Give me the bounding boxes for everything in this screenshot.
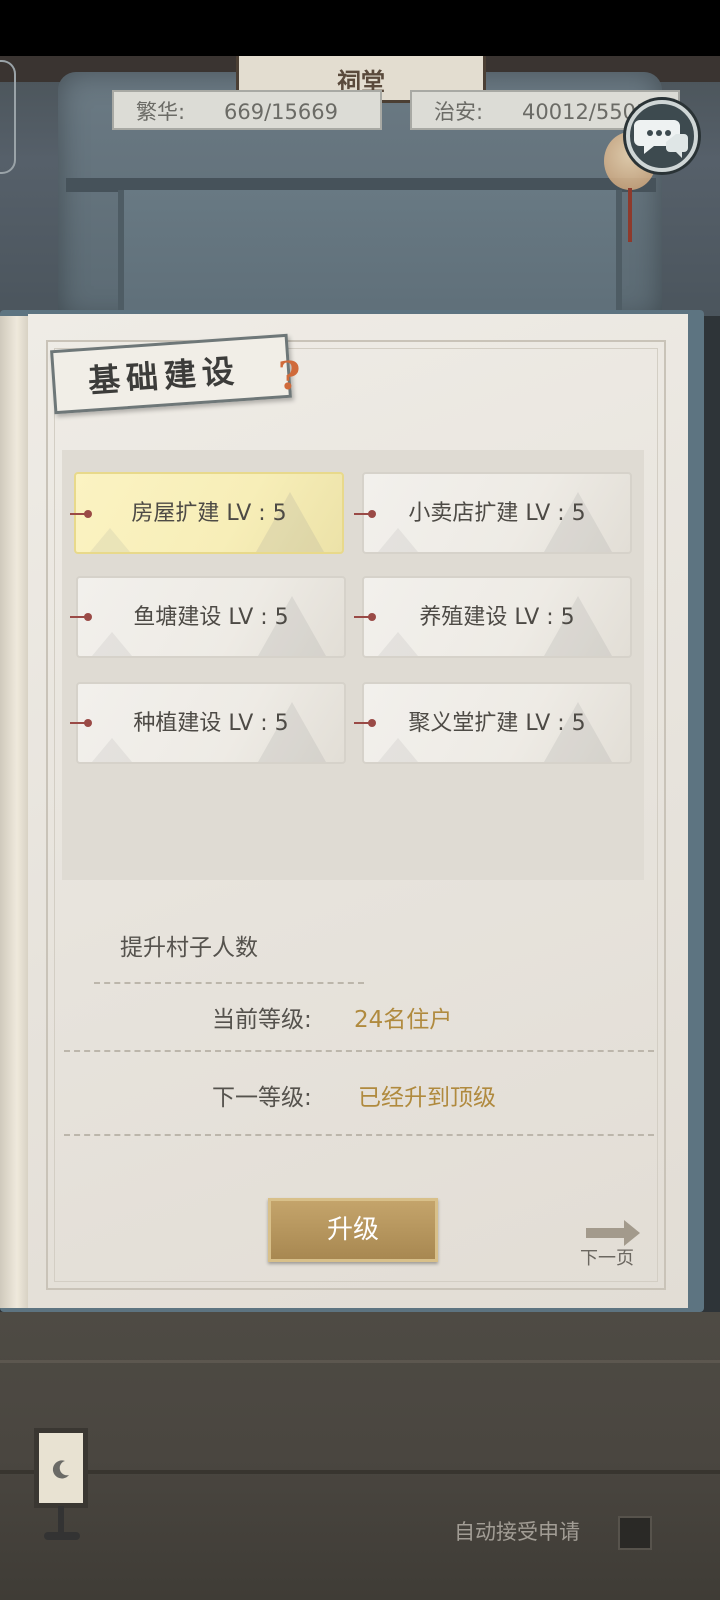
- book-spine: [0, 316, 28, 1308]
- left-pillar: [0, 60, 16, 174]
- current-level-label: 当前等级:: [212, 1007, 312, 1033]
- security-label: 治安:: [434, 100, 484, 124]
- pin-icon: [70, 510, 96, 518]
- building-card-housing[interactable]: 房屋扩建 LV : 5: [74, 472, 344, 554]
- building-label: 房屋扩建 LV : 5: [131, 501, 287, 526]
- auto-accept-label: 自动接受申请: [454, 1520, 580, 1544]
- building-label: 小卖店扩建 LV : 5: [408, 501, 586, 526]
- prosperity-value: 669/15669: [224, 100, 338, 124]
- chat-button[interactable]: [626, 100, 698, 172]
- building-label: 鱼塘建设 LV : 5: [133, 605, 289, 630]
- chat-bubble-icon: [634, 120, 688, 158]
- next-level-label: 下一等级:: [212, 1085, 312, 1111]
- next-level-value: 已经升到顶级: [358, 1085, 496, 1111]
- status-bar: [0, 0, 720, 56]
- current-level-value: 24名住户: [354, 1007, 453, 1033]
- floor-line: [0, 1470, 720, 1474]
- building-label: 聚义堂扩建 LV : 5: [408, 711, 586, 736]
- divider: [64, 1134, 654, 1136]
- pin-icon: [70, 613, 96, 621]
- pin-icon: [354, 613, 380, 621]
- floor: [0, 1312, 720, 1600]
- building-card-shop[interactable]: 小卖店扩建 LV : 5: [362, 472, 632, 554]
- moon-icon: [52, 1460, 69, 1479]
- pin-icon: [70, 719, 96, 727]
- divider: [94, 982, 364, 984]
- lantern-icon: [34, 1428, 88, 1508]
- building-card-breeding[interactable]: 养殖建设 LV : 5: [362, 576, 632, 658]
- hall-doorway: [118, 190, 622, 320]
- building-card-planting[interactable]: 种植建设 LV : 5: [76, 682, 346, 764]
- building-label: 养殖建设 LV : 5: [419, 605, 575, 630]
- pin-icon: [354, 719, 380, 727]
- building-card-fishpond[interactable]: 鱼塘建设 LV : 5: [76, 576, 346, 658]
- floor-line: [0, 1360, 720, 1363]
- lamp-base: [44, 1532, 80, 1540]
- building-card-hall[interactable]: 聚义堂扩建 LV : 5: [362, 682, 632, 764]
- upgrade-button[interactable]: 升级: [268, 1198, 438, 1262]
- auto-accept-checkbox[interactable]: [618, 1516, 652, 1550]
- lantern-tassel: [628, 188, 632, 242]
- prosperity-label: 繁华:: [136, 100, 186, 124]
- building-description: 提升村子人数: [120, 935, 258, 961]
- question-icon[interactable]: ?: [278, 354, 304, 398]
- building-label: 种植建设 LV : 5: [133, 711, 289, 736]
- next-page-button[interactable]: 下一页: [580, 1244, 634, 1270]
- pin-icon: [354, 510, 380, 518]
- divider: [64, 1050, 654, 1052]
- prosperity-counter: 繁华: 669/15669: [112, 90, 382, 130]
